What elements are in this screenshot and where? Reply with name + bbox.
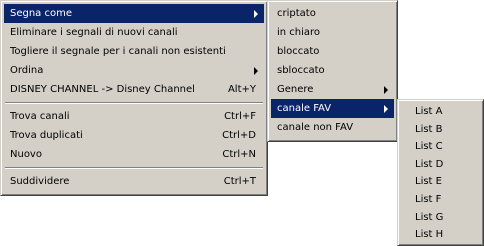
menu-item-label: canale FAV [277,103,332,114]
menu-item-shortcut: Ctrl+T [223,176,256,187]
submenu-arrow-icon [254,10,258,18]
menu-item-trova-canali[interactable]: Trova canali Ctrl+F [4,107,264,126]
menu-separator [5,167,263,169]
submenu-item-sbloccato[interactable]: sbloccato [271,61,394,80]
menu-item-label: Nuovo [10,149,42,160]
menu-item-suddividere[interactable]: Suddividere Ctrl+T [4,172,264,191]
menu-item-label: List F [415,193,442,205]
menu-item-label: canale non FAV [277,122,354,133]
menu-item-label: Eliminare i segnali di nuovi canali [10,27,178,38]
fav-list-item[interactable]: List D [401,156,480,174]
menu-item-eliminare-segnali[interactable]: Eliminare i segnali di nuovi canali [4,23,264,42]
context-menu: Segna come Eliminare i segnali di nuovi … [0,0,268,196]
submenu-item-in-chiaro[interactable]: in chiaro [271,23,394,42]
menu-item-label: Genere [277,84,314,95]
menu-item-label: Trova duplicati [10,130,83,141]
menu-item-label: List H [415,229,444,241]
menu-item-rename-disney[interactable]: DISNEY CHANNEL -> Disney Channel Alt+Y [4,80,264,99]
menu-item-shortcut: Ctrl+N [222,149,256,160]
menu-item-label: Suddividere [10,176,70,187]
fav-list-item[interactable]: List G [401,209,480,227]
submenu-item-genere[interactable]: Genere [271,80,394,99]
menu-item-label: in chiaro [277,27,321,38]
menu-item-ordina[interactable]: Ordina [4,61,264,80]
fav-list-item[interactable]: List A [401,103,480,121]
fav-list-item[interactable]: List F [401,191,480,209]
menu-item-label: List C [415,141,443,153]
submenu-item-canale-non-fav[interactable]: canale non FAV [271,118,394,137]
fav-list-item[interactable]: List C [401,138,480,156]
menu-item-label: Segna come [10,8,73,19]
menu-item-label: Ordina [10,65,44,76]
mark-as-submenu: criptato in chiaro bloccato sbloccato Ge… [267,0,398,142]
submenu-arrow-icon [254,67,258,75]
menu-item-label: bloccato [277,46,320,57]
menu-item-shortcut: Alt+Y [227,84,256,95]
menu-item-shortcut: Ctrl+D [222,130,256,141]
menu-separator [5,102,263,104]
fav-list-item[interactable]: List B [401,121,480,139]
submenu-item-criptato[interactable]: criptato [271,4,394,23]
menu-item-trova-duplicati[interactable]: Trova duplicati Ctrl+D [4,126,264,145]
menu-item-label: DISNEY CHANNEL -> Disney Channel [10,84,195,95]
submenu-item-bloccato[interactable]: bloccato [271,42,394,61]
menu-item-label: Togliere il segnale per i canali non esi… [10,46,226,57]
menu-item-label: criptato [277,8,316,19]
menu-item-nuovo[interactable]: Nuovo Ctrl+N [4,145,264,164]
menu-item-segna-come[interactable]: Segna come [4,4,264,23]
menu-item-label: sbloccato [277,65,325,76]
submenu-arrow-icon [384,86,388,94]
submenu-item-canale-fav[interactable]: canale FAV [271,99,394,118]
menu-item-label: List D [415,158,444,170]
menu-item-label: List B [415,123,443,135]
fav-list-submenu: List A List B List C List D List E List … [397,99,484,246]
menu-item-label: List A [415,106,443,117]
fav-list-item[interactable]: List H [401,226,480,244]
menu-item-label: List G [415,211,444,223]
submenu-arrow-icon [384,105,388,113]
menu-item-shortcut: Ctrl+F [224,111,256,122]
menu-item-label: Trova canali [10,111,70,122]
menu-item-togliere-segnale[interactable]: Togliere il segnale per i canali non esi… [4,42,264,61]
fav-list-item[interactable]: List E [401,173,480,191]
menu-item-label: List E [415,176,442,188]
